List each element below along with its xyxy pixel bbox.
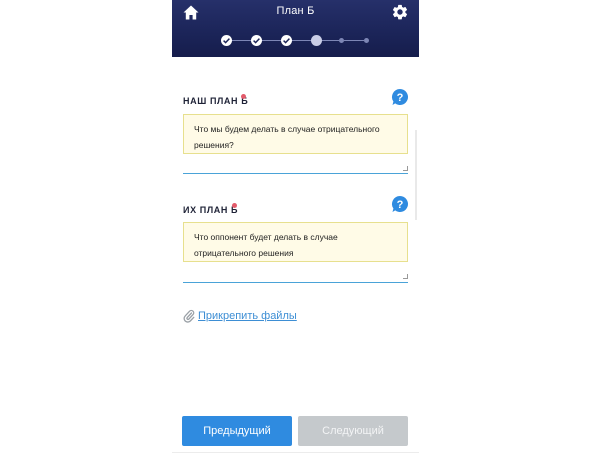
step-6-todo (364, 38, 369, 43)
their-plan-input[interactable] (184, 223, 407, 261)
check-icon (283, 38, 290, 44)
help-icon[interactable]: ? (391, 195, 409, 213)
next-button[interactable]: Следующий (298, 416, 408, 446)
attach-files[interactable]: Прикрепить файлы (183, 309, 297, 323)
header-bar: План Б (172, 0, 419, 57)
gear-icon[interactable] (391, 3, 409, 21)
resize-handle[interactable] (403, 274, 408, 279)
required-dot (241, 94, 246, 99)
their-plan-underline (183, 282, 408, 283)
their-plan-field[interactable] (183, 222, 408, 262)
step-2-done (251, 35, 262, 46)
previous-button[interactable]: Предыдущий (182, 416, 292, 446)
step-connector (231, 40, 252, 41)
step-5-todo (339, 38, 344, 43)
check-icon (223, 38, 230, 44)
step-4-current (311, 35, 322, 46)
step-3-done (281, 35, 292, 46)
our-plan-label: НАШ ПЛАН Б (183, 96, 249, 106)
divider (172, 452, 419, 453)
our-plan-input[interactable] (184, 115, 407, 153)
our-plan-underline (183, 173, 408, 174)
svg-text:?: ? (397, 199, 404, 211)
their-plan-label: ИХ ПЛАН Б (183, 205, 239, 215)
step-1-done (221, 35, 232, 46)
step-connector (321, 40, 339, 41)
attach-files-link[interactable]: Прикрепить файлы (198, 310, 297, 322)
step-connector (291, 40, 312, 41)
scrollbar[interactable] (415, 130, 417, 220)
step-connector (261, 40, 282, 41)
progress-stepper (172, 31, 419, 49)
svg-text:?: ? (397, 92, 404, 104)
our-plan-field[interactable] (183, 114, 408, 154)
help-icon[interactable]: ? (391, 88, 409, 106)
check-icon (253, 38, 260, 44)
resize-handle[interactable] (403, 166, 408, 171)
page-title: План Б (276, 5, 315, 17)
required-dot (232, 203, 237, 208)
step-connector (344, 40, 364, 41)
app-screen: План Б НАШ ПЛАН Б ? Что мы будем делать … (172, 0, 419, 455)
paperclip-icon (183, 309, 195, 323)
